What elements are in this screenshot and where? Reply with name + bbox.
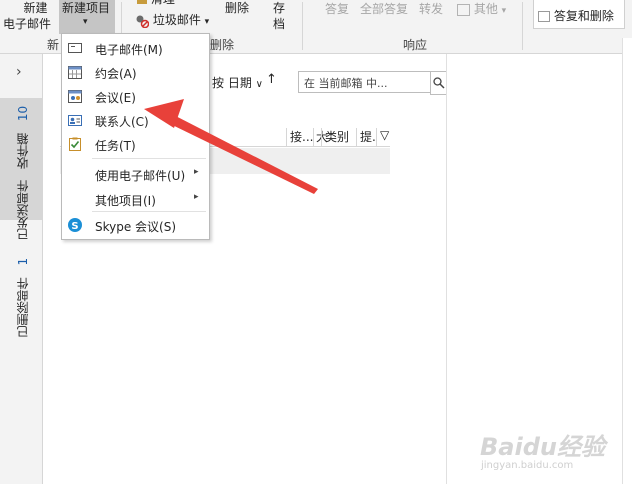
junk-button[interactable]: 垃圾邮件 ▾ (135, 12, 209, 30)
junk-label: 垃圾邮件 (152, 13, 201, 27)
watermark-site: jingyan.baidu.com (481, 460, 574, 471)
delete-label: 删除 (225, 1, 250, 15)
sort-dropdown[interactable]: 按 日期 ∨ (212, 74, 263, 91)
more-icon (457, 3, 470, 16)
menu-item-label: 会议(E) (95, 91, 136, 105)
inbox-count: 10 (16, 106, 30, 122)
meeting-icon (68, 90, 82, 103)
col-reminder[interactable]: 提. (356, 128, 376, 146)
expand-folder-pane-icon[interactable]: › (16, 64, 22, 80)
reply-all-label: 全部答复 (360, 2, 409, 16)
deleted-label: 已删除邮件 (16, 277, 30, 338)
sent-label: 已发送邮件 (16, 180, 30, 240)
delete-button[interactable]: 删除 (225, 0, 249, 16)
archive-label-1: 存 (273, 1, 286, 15)
new-items-arrow: ▾ (83, 17, 88, 27)
respond-group-label: 响应 (403, 38, 428, 52)
cleanup-label: 清理 (151, 0, 175, 6)
more-respond-button[interactable]: 其他 ▾ (457, 1, 506, 19)
skype-icon: S (68, 218, 82, 232)
new-email-button[interactable]: 新建 电子邮件 (3, 0, 51, 32)
menu-item-appointment[interactable]: 约会(A) (62, 60, 209, 84)
junk-arrow: ▾ (204, 17, 210, 27)
reply-label: 答复 (325, 2, 350, 16)
reply-delete-icon (538, 11, 550, 22)
menu-item-label: Skype 会议(S) (95, 220, 177, 234)
menu-item-email[interactable]: 电子邮件(M) (62, 36, 209, 60)
new-items-button[interactable]: 新建项目 ▾ (59, 0, 115, 34)
inbox-folder-text: 收件箱 10 (14, 106, 31, 169)
more-label: 其他 (473, 2, 498, 16)
reply-button[interactable]: 答复 (325, 1, 349, 17)
contact-icon (68, 115, 82, 126)
task-icon (69, 137, 81, 151)
right-pane-edge (622, 38, 632, 484)
search-placeholder: 在 当前邮箱 中... (304, 77, 388, 90)
reply-delete-button[interactable]: 答复和删除 (538, 8, 614, 24)
search-input[interactable]: 在 当前邮箱 中... (298, 71, 433, 93)
watermark-logo: Baidu经验 (480, 433, 605, 461)
svg-text:S: S (71, 221, 78, 232)
forward-button[interactable]: 转发 (419, 1, 443, 17)
broom-icon (137, 0, 147, 4)
menu-separator (92, 211, 206, 212)
cleanup-button[interactable]: 清理 (137, 0, 175, 7)
ribbon-separator (522, 2, 523, 50)
calendar-icon (68, 66, 82, 79)
inbox-label: 收件箱 (16, 133, 30, 170)
new-email-label-2: 电子邮件 (3, 17, 52, 31)
more-arrow: ▾ (501, 6, 507, 16)
new-email-label-1: 新建 (23, 1, 48, 15)
folder-pane-collapsed: › 收件箱 10 已发送邮件 已删除邮件 1 (0, 54, 43, 484)
sent-folder[interactable]: 已发送邮件 (14, 180, 31, 240)
deleted-folder[interactable]: 已删除邮件 1 (14, 258, 31, 337)
junk-icon (136, 15, 150, 28)
col-flag-filter[interactable]: ▽ (376, 128, 389, 146)
menu-item-label: 任务(T) (95, 139, 136, 153)
magnifier-icon (433, 77, 445, 89)
deleted-count: 1 (16, 258, 30, 266)
menu-item-skype-meeting[interactable]: S Skype 会议(S) (62, 213, 209, 237)
quick-steps-box: 答复和删除 (533, 0, 625, 29)
reading-pane (446, 54, 632, 484)
sort-label: 按 日期 (212, 76, 252, 90)
sort-arrow: ∨ (255, 79, 263, 90)
new-group-label: 新 (47, 38, 60, 52)
reply-delete-label: 答复和删除 (553, 9, 614, 23)
archive-label-2: 档 (273, 17, 286, 31)
reply-all-button[interactable]: 全部答复 (360, 1, 408, 17)
menu-item-label: 约会(A) (95, 67, 137, 81)
col-category[interactable]: 类别 (321, 128, 349, 146)
annotation-arrow-icon (144, 99, 318, 194)
delete-group-label: 删除 (210, 38, 235, 52)
email-icon (68, 43, 82, 53)
ribbon-separator (302, 2, 303, 50)
menu-item-label: 电子邮件(M) (95, 43, 163, 57)
forward-label: 转发 (419, 2, 444, 16)
sort-direction-icon[interactable]: ↑ (266, 72, 277, 87)
archive-button[interactable]: 存 档 (273, 0, 285, 32)
